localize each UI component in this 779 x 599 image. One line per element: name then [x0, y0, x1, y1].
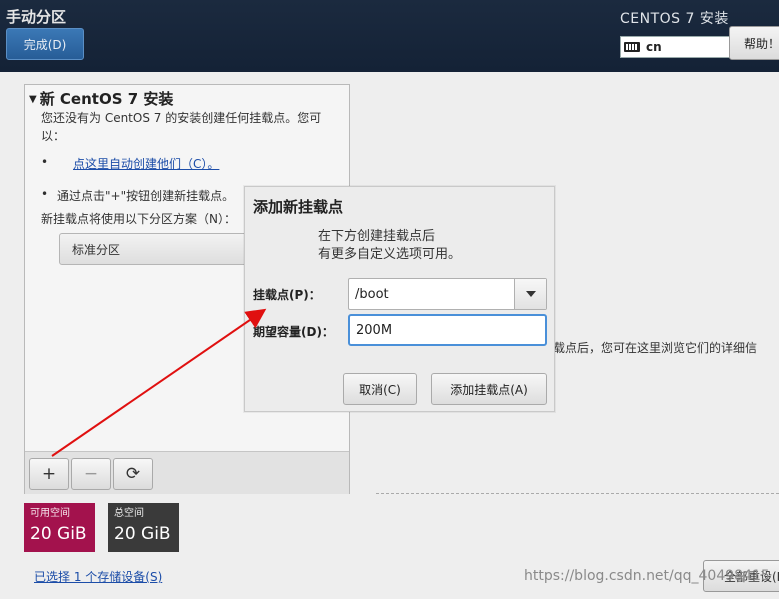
bullet-icon: •: [41, 155, 49, 169]
auto-create-link[interactable]: 点这里自动创建他们（C）。: [73, 155, 219, 172]
details-hint: 载点后，您可在这里浏览它们的详细信: [553, 341, 758, 355]
refresh-icon: ⟳: [125, 464, 141, 484]
mount-point-input[interactable]: [349, 279, 513, 309]
install-title: 新 CentOS 7 安装: [39, 90, 174, 108]
dialog-description: 在下方创建挂载点后 有更多自定义选项可用。: [318, 228, 461, 264]
page-title: 手动分区: [6, 8, 67, 26]
mount-point-toolbar: + − ⟳: [25, 451, 349, 494]
install-section-header[interactable]: ▼ 新 CentOS 7 安装: [29, 88, 173, 109]
available-space-box: 可用空间 20 GiB: [24, 503, 95, 552]
remove-mount-point-button[interactable]: −: [71, 458, 111, 490]
available-space-value: 20 GiB: [30, 524, 87, 544]
done-button[interactable]: 完成(D): [6, 28, 84, 60]
total-space-value: 20 GiB: [114, 524, 171, 544]
keyboard-icon: [624, 42, 640, 52]
add-mount-point-button[interactable]: +: [29, 458, 69, 490]
total-space-box: 总空间 20 GiB: [108, 503, 179, 552]
total-space-label: 总空间: [114, 508, 144, 519]
bullet-icon: •: [41, 187, 49, 201]
add-mount-point-confirm-button[interactable]: 添加挂载点(A): [431, 373, 547, 405]
separator: [376, 493, 779, 494]
top-bar: 手动分区 完成(D) CENTOS 7 安装 cn 帮助！: [0, 0, 779, 72]
cancel-button[interactable]: 取消(C): [343, 373, 417, 405]
add-mount-point-dialog: 添加新挂载点 在下方创建挂载点后 有更多自定义选项可用。 挂载点(P)： 期望容…: [244, 186, 555, 412]
expand-triangle-icon: ▼: [29, 94, 37, 105]
dialog-description-line: 在下方创建挂载点后: [318, 229, 436, 244]
refresh-button[interactable]: ⟳: [113, 458, 153, 490]
keyboard-layout-indicator[interactable]: cn: [620, 36, 730, 58]
dialog-title: 添加新挂载点: [253, 198, 344, 216]
product-title: CENTOS 7 安装: [620, 11, 729, 27]
manual-create-hint: 通过点击"+"按钮创建新挂载点。: [57, 189, 235, 203]
available-space-label: 可用空间: [30, 508, 70, 519]
desired-capacity-input[interactable]: [348, 314, 547, 346]
desired-capacity-label: 期望容量(D)：: [253, 325, 334, 339]
dialog-description-line: 有更多自定义选项可用。: [318, 247, 462, 262]
plus-icon: +: [41, 464, 57, 484]
mount-point-dropdown-button[interactable]: [514, 279, 546, 309]
chevron-down-icon: [525, 291, 536, 297]
selected-storage-link[interactable]: 已选择 1 个存储设备(S): [34, 568, 162, 585]
help-button[interactable]: 帮助！: [729, 26, 779, 60]
mount-point-combo[interactable]: [348, 278, 547, 310]
partition-scheme-hint: 新挂载点将使用以下分区方案（N）：: [41, 212, 236, 226]
no-mount-points-description: 您还没有为 CentOS 7 的安装创建任何挂载点。您可以：: [41, 111, 322, 143]
minus-icon: −: [83, 464, 99, 484]
mount-point-label: 挂载点(P)：: [253, 288, 321, 302]
watermark: https://blog.csdn.net/qq_40498415: [524, 568, 770, 584]
keyboard-layout-label: cn: [646, 40, 662, 54]
